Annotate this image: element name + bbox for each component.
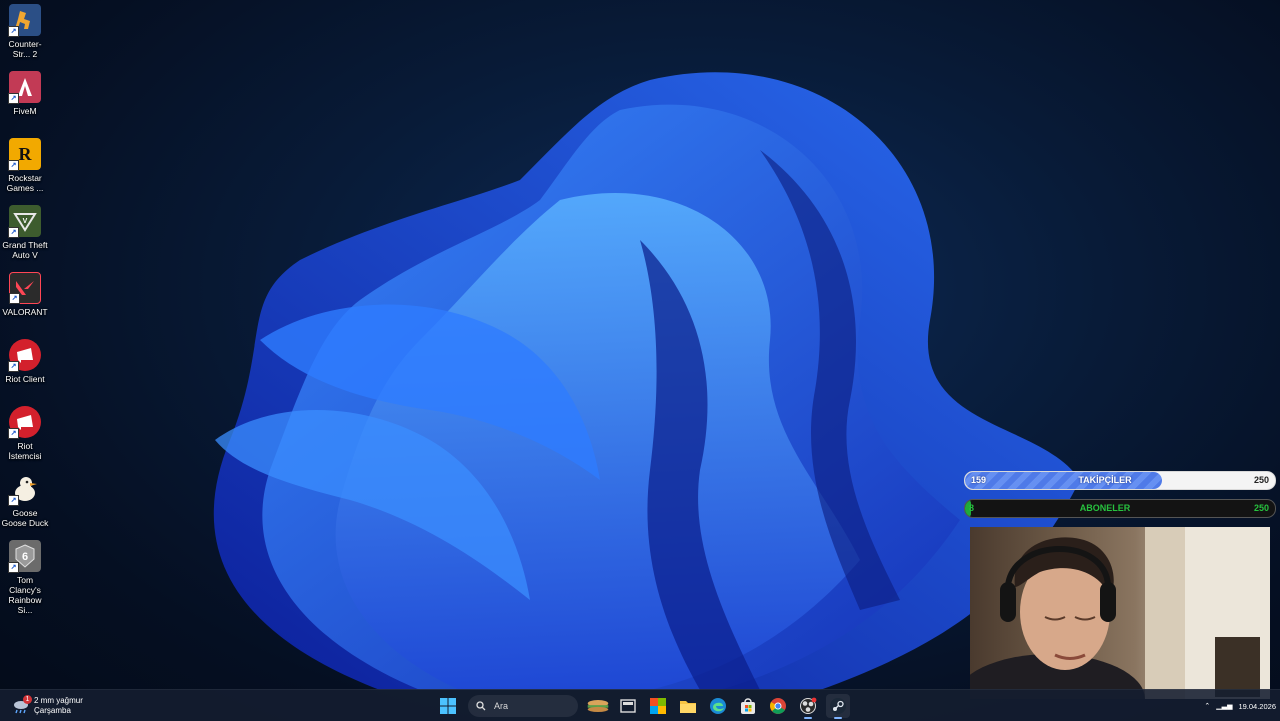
- weather-day: Çarşamba: [34, 706, 71, 715]
- weather-rain-icon: 1: [12, 695, 32, 715]
- chrome-button[interactable]: [766, 694, 790, 718]
- desktop-icon-label: Riot İstemcisi: [8, 441, 42, 461]
- followers-goal-bar: 159 TAKİPÇİLER 250: [964, 471, 1276, 490]
- desktop-icon-gta[interactable]: V ↗ Grand Theft Auto V: [0, 201, 50, 260]
- subscribers-goal-bar: 8 ABONELER 250: [964, 499, 1276, 518]
- edge-icon: [710, 698, 726, 714]
- svg-text:V: V: [23, 218, 28, 225]
- subscribers-label: ABONELER: [1079, 503, 1131, 513]
- webcam-feed: [970, 527, 1270, 699]
- riot-istemcisi-icon: ↗: [8, 406, 41, 439]
- valorant-icon: ↗: [9, 272, 41, 304]
- subscribers-goal: 250: [1253, 503, 1269, 513]
- start-button[interactable]: [436, 694, 460, 718]
- windows-logo-icon: [440, 698, 456, 714]
- gta-icon: V ↗: [8, 205, 41, 238]
- rockstar-icon: R ↗: [8, 138, 41, 171]
- store-bag-icon: [741, 698, 755, 714]
- steam-button[interactable]: [826, 694, 850, 719]
- desktop-icon-fivem[interactable]: ↗ FiveM: [0, 67, 50, 116]
- desktop-icon-riot-client[interactable]: ↗ Riot Client: [0, 335, 50, 384]
- desktop-icon-riot-istemcisi[interactable]: ↗ Riot İstemcisi: [0, 402, 50, 461]
- file-explorer-button[interactable]: [676, 694, 700, 718]
- followers-label: TAKİPÇİLER: [1078, 475, 1132, 485]
- search-placeholder: Ara: [494, 701, 509, 711]
- desktop-icon-label: Riot Client: [5, 374, 45, 384]
- search-icon: [476, 701, 486, 711]
- weather-condition: 2 mm yağmur: [34, 696, 83, 705]
- edge-browser-button[interactable]: [706, 694, 730, 718]
- task-view-icon: [620, 699, 636, 713]
- desktop-icon-label: VALORANT: [2, 307, 48, 317]
- webcam-person-image: [970, 527, 1270, 699]
- obs-recording-icon: [800, 697, 817, 714]
- desktop-icon-label: Counter-Str... 2: [8, 39, 42, 59]
- steam-icon: [830, 698, 846, 714]
- desktop-icon-label: Rockstar Games ...: [6, 173, 44, 193]
- svg-text:6: 6: [22, 551, 28, 563]
- tray-chevron-icon[interactable]: ⌃: [1204, 702, 1210, 710]
- taskbar: 1 2 mm yağmur Çarşamba Ara ⌃ ▁▃▅ 19.04.2…: [0, 689, 1280, 721]
- desktop-icon-valorant[interactable]: ↗ VALORANT: [0, 268, 50, 317]
- tray-date[interactable]: 19.04.2026: [1238, 702, 1276, 711]
- goose-goose-duck-icon: ↗: [8, 473, 41, 506]
- desktop-icon-goose-goose-duck[interactable]: ↗ Goose Goose Duck: [0, 469, 50, 528]
- desktop-icon-label: Tom Clancy's Rainbow Si...: [8, 575, 42, 615]
- obs-button[interactable]: [796, 694, 820, 719]
- burger-widget-icon: [587, 700, 609, 712]
- riot-client-icon: ↗: [8, 339, 41, 372]
- desktop-icon-label: Grand Theft Auto V: [2, 240, 48, 260]
- desktop-icon-counter-strike[interactable]: ↗ Counter-Str... 2: [0, 0, 50, 59]
- folder-icon: [680, 701, 696, 713]
- desktop-icon-label: Goose Goose Duck: [1, 508, 49, 528]
- task-view-button[interactable]: [616, 694, 640, 718]
- rainbow-six-icon: 6 ↗: [8, 540, 41, 573]
- chrome-icon: [770, 698, 786, 714]
- desktop-icon-label: FiveM: [13, 106, 37, 116]
- microsoft-store-button[interactable]: [736, 694, 760, 718]
- taskbar-search-box[interactable]: Ara: [468, 695, 578, 717]
- weather-notification-badge: 1: [23, 695, 32, 704]
- counter-strike-icon: ↗: [8, 4, 41, 37]
- fivem-icon: ↗: [8, 71, 41, 104]
- widgets-button[interactable]: [586, 694, 610, 718]
- taskbar-app-store-button[interactable]: [646, 694, 670, 718]
- network-icon[interactable]: ▁▃▅: [1216, 702, 1232, 710]
- followers-goal: 250: [1253, 475, 1269, 485]
- desktop-icon-rainbow-six[interactable]: 6 ↗ Tom Clancy's Rainbow Si...: [0, 536, 50, 615]
- system-tray: ⌃ ▁▃▅ 19.04.2026: [1204, 693, 1276, 719]
- weather-widget[interactable]: 1 2 mm yağmur Çarşamba: [12, 693, 83, 719]
- desktop-icon-rockstar[interactable]: R ↗ Rockstar Games ...: [0, 134, 50, 193]
- colorful-app-icon: [650, 698, 666, 714]
